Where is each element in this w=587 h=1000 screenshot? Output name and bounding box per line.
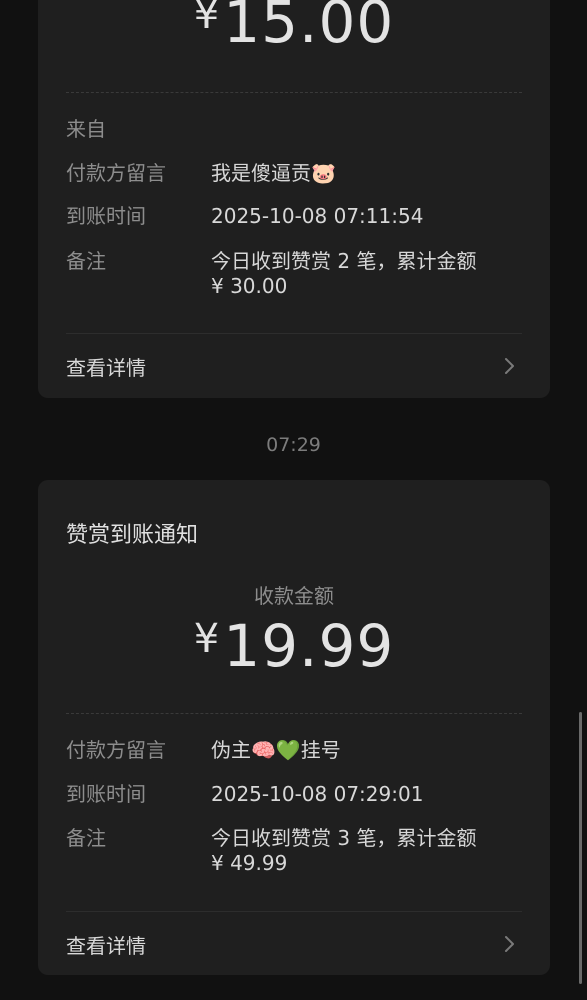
- note-line2: ¥ 30.00: [211, 274, 288, 298]
- amount-value: 19.99: [223, 612, 395, 680]
- note-label: 备注: [66, 249, 106, 273]
- amount-display: ¥19.99: [38, 612, 550, 680]
- note-line1: 今日收到赞赏 2 笔，累计金额: [211, 249, 477, 273]
- view-details-label: 查看详情: [66, 934, 146, 958]
- payer-message-value: 我是傻逼贡🐷: [211, 161, 336, 185]
- payer-message-label: 付款方留言: [66, 738, 166, 762]
- from-label: 来自: [66, 117, 106, 141]
- note-row: 备注 今日收到赞赏 2 笔，累计金额 ¥ 30.00: [66, 248, 522, 300]
- note-row: 备注 今日收到赞赏 3 笔，累计金额 ¥ 49.99: [66, 825, 522, 877]
- reward-notification-card: ¥15.00 来自 付款方留言 我是傻逼贡🐷 到账时间 2025-10-08 0…: [38, 0, 550, 398]
- arrival-time-label: 到账时间: [66, 782, 146, 806]
- amount-display: ¥15.00: [38, 0, 550, 56]
- note-line2: ¥ 49.99: [211, 851, 288, 875]
- view-details-link[interactable]: 查看详情: [66, 930, 522, 960]
- view-details-label: 查看详情: [66, 356, 146, 380]
- amount-value: 15.00: [223, 0, 395, 56]
- reward-notification-card: 赞赏到账通知 收款金额 ¥19.99 付款方留言 伪主🧠💚挂号 到账时间 202…: [38, 480, 550, 975]
- dashed-divider: [66, 92, 522, 93]
- chevron-right-icon: [505, 358, 514, 374]
- divider: [66, 333, 522, 334]
- view-details-link[interactable]: 查看详情: [66, 352, 522, 382]
- card-title: 赞赏到账通知: [66, 523, 199, 548]
- arrival-time-value: 2025-10-08 07:11:54: [211, 204, 424, 228]
- dashed-divider: [66, 713, 522, 714]
- amount-currency: ¥: [193, 616, 220, 662]
- chevron-right-icon: [505, 936, 514, 952]
- note-line1: 今日收到赞赏 3 笔，累计金额: [211, 826, 477, 850]
- note-label: 备注: [66, 826, 106, 850]
- chat-screen: ¥15.00 来自 付款方留言 我是傻逼贡🐷 到账时间 2025-10-08 0…: [0, 0, 587, 1000]
- arrival-time-label: 到账时间: [66, 204, 146, 228]
- time-separator: 07:29: [266, 434, 321, 456]
- payer-message-label: 付款方留言: [66, 161, 166, 185]
- arrival-time-value: 2025-10-08 07:29:01: [211, 782, 424, 806]
- divider: [66, 911, 522, 912]
- scrollbar[interactable]: [579, 712, 582, 984]
- amount-label: 收款金额: [254, 584, 334, 608]
- payer-message-value: 伪主🧠💚挂号: [211, 738, 341, 762]
- amount-currency: ¥: [193, 0, 220, 38]
